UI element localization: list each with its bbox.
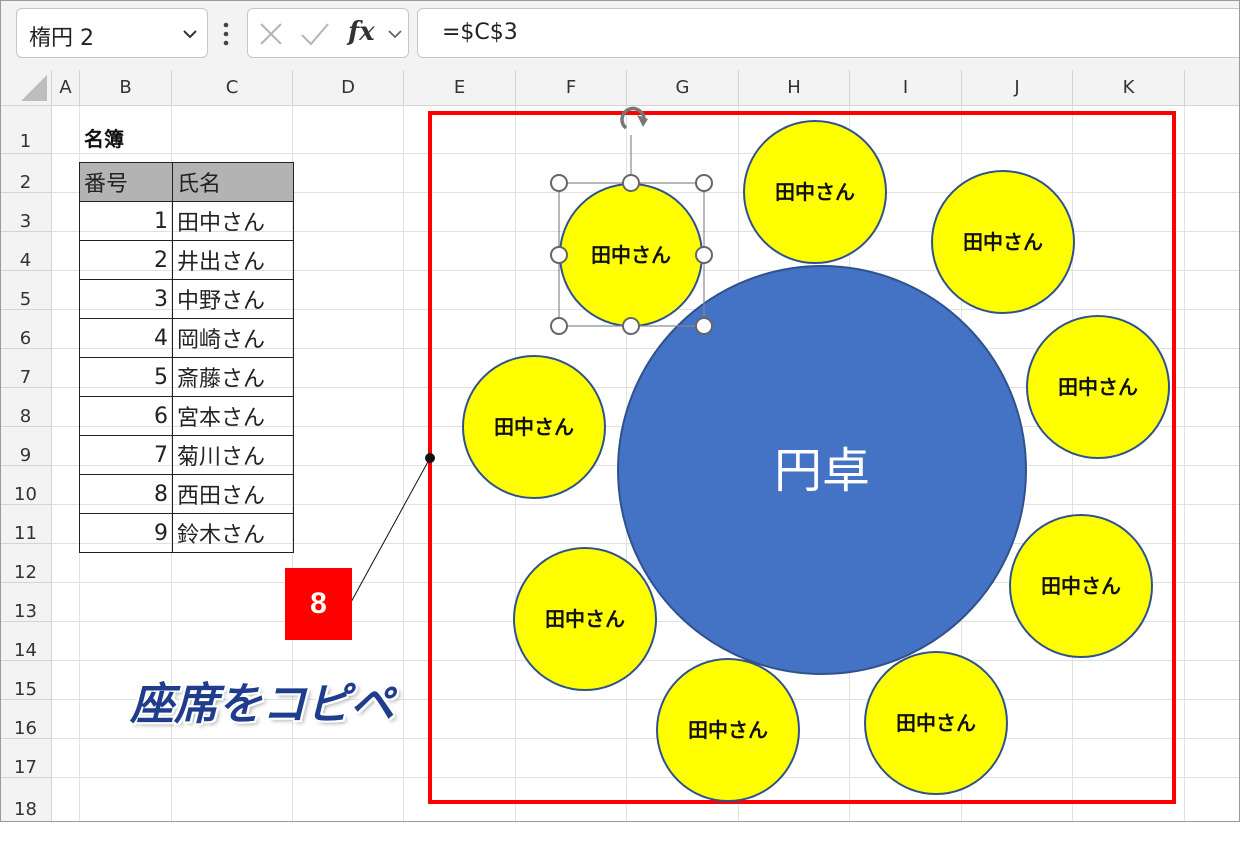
seat-label: 田中さん	[1058, 375, 1138, 399]
resize-handle[interactable]	[550, 174, 568, 192]
seat[interactable]: 田中さん	[1026, 315, 1170, 459]
callout-leader-dot	[425, 453, 435, 463]
instruction-caption: 座席をコピペ	[130, 679, 394, 730]
seat[interactable]: 田中さん	[931, 170, 1075, 314]
round-table[interactable]: 円卓	[617, 265, 1027, 675]
resize-handle[interactable]	[550, 317, 568, 335]
seat[interactable]: 田中さん	[513, 547, 657, 691]
seat-label: 田中さん	[545, 607, 625, 631]
seat-label: 田中さん	[896, 711, 976, 735]
resize-handle[interactable]	[695, 174, 713, 192]
seat-label: 田中さん	[591, 243, 671, 267]
resize-handle[interactable]	[695, 317, 713, 335]
seat-label: 田中さん	[1041, 574, 1121, 598]
seat[interactable]: 田中さん	[1009, 514, 1153, 658]
seat-label: 田中さん	[775, 180, 855, 204]
round-table-label: 円卓	[774, 443, 870, 499]
seat[interactable]: 田中さん	[559, 183, 703, 327]
resize-handle[interactable]	[622, 174, 640, 192]
step-badge: 8	[285, 568, 352, 640]
seat[interactable]: 田中さん	[743, 120, 887, 264]
seat-label: 田中さん	[494, 415, 574, 439]
resize-handle[interactable]	[695, 246, 713, 264]
seat[interactable]: 田中さん	[462, 355, 606, 499]
seat[interactable]: 田中さん	[864, 651, 1008, 795]
seat-label: 田中さん	[963, 230, 1043, 254]
resize-handle[interactable]	[622, 317, 640, 335]
seat[interactable]: 田中さん	[656, 658, 800, 802]
callout-leader-line	[349, 457, 431, 605]
seat-label: 田中さん	[688, 718, 768, 742]
resize-handle[interactable]	[550, 246, 568, 264]
